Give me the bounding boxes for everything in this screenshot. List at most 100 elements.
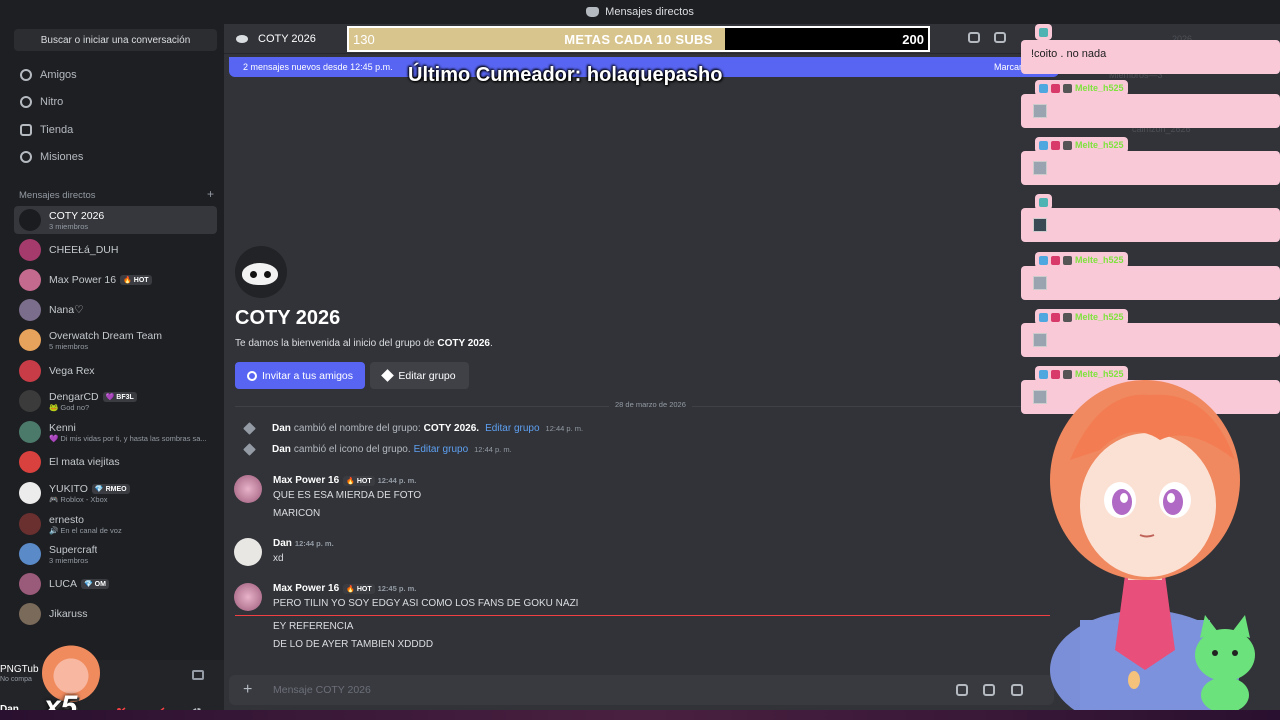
dm-name-text: LUCA	[49, 578, 78, 590]
system-text: cambió el nombre del grupo:	[293, 423, 421, 434]
nav-item-nitro[interactable]: Nitro	[14, 89, 217, 115]
group-avatar	[235, 246, 287, 298]
chat-text: !coito . no nada	[1031, 48, 1107, 60]
dm-item[interactable]: Jikaruss	[14, 600, 217, 628]
screen-share-icon[interactable]	[192, 670, 204, 680]
dm-name-text: YUKITO	[49, 482, 88, 495]
system-message: Dan cambió el icono del grupo. Editar gr…	[243, 443, 512, 456]
voice-call-icon[interactable]	[968, 32, 980, 43]
dm-name: Vega Rex	[49, 365, 95, 377]
nav-label: Tienda	[40, 124, 74, 136]
avatar[interactable]	[234, 583, 262, 611]
chat-header-title: COTY 2026	[258, 32, 316, 45]
dm-subtitle: 🐸 God no?	[49, 402, 90, 412]
friends-icon	[20, 69, 32, 81]
dm-item[interactable]: COTY 2026 3 miembros	[14, 206, 217, 234]
chat-message	[1021, 208, 1280, 242]
chat-message	[1021, 323, 1280, 357]
message-author[interactable]: Max Power 16	[273, 475, 339, 486]
nav-label: Nitro	[40, 96, 64, 108]
message-input[interactable]: Mensaje COTY 2026	[273, 684, 371, 696]
gift-icon[interactable]	[956, 684, 968, 696]
date-divider-text: 28 de marzo de 2026	[609, 400, 692, 409]
dm-subtitle: 🔊 En el canal de voz	[49, 525, 122, 535]
emote-icon	[1033, 333, 1047, 347]
avatar	[19, 390, 41, 412]
message-author[interactable]: Max Power 16	[273, 583, 339, 594]
dm-subtitle: 3 miembros	[49, 221, 89, 231]
video-call-icon[interactable]	[994, 32, 1006, 43]
goal-label: METAS CADA 10 SUBS	[564, 32, 713, 47]
dm-name: El mata viejitas	[49, 456, 120, 468]
message-text: PERO TILIN YO SOY EDGY ASI COMO LOS FANS…	[273, 598, 579, 609]
chat-username: Melte_h525	[1075, 140, 1124, 150]
subs-goal-bar: 130 METAS CADA 10 SUBS 200	[347, 26, 930, 52]
quests-icon	[20, 151, 32, 163]
discord-window: Mensajes directos Buscar o iniciar una c…	[0, 0, 1280, 720]
nav-label: Misiones	[40, 151, 84, 163]
dm-item[interactable]: Overwatch Dream Team 5 miembros	[14, 326, 217, 354]
edit-group-link[interactable]: Editar grupo	[485, 423, 539, 434]
edit-group-link[interactable]: Editar grupo	[414, 444, 468, 455]
search-conversation-button[interactable]: Buscar o iniciar una conversación	[14, 29, 217, 51]
dm-name: CHEEŁá_DUH	[49, 244, 118, 256]
dm-item[interactable]: YUKITO 💎 RMEO 🎮 Roblox - Xbox	[14, 479, 217, 507]
message-text: DE LO DE AYER TAMBIEN XDDDD	[273, 639, 434, 650]
avatar	[19, 451, 41, 473]
message-text: QUE ES ESA MIERDA DE FOTO	[273, 490, 422, 501]
pencil-icon	[243, 422, 256, 435]
welcome-group-name: COTY 2026	[437, 338, 490, 349]
avatar[interactable]	[234, 538, 262, 566]
avatar[interactable]	[234, 475, 262, 503]
avatar	[19, 299, 41, 321]
dm-item[interactable]: El mata viejitas	[14, 448, 217, 476]
dm-name-text: El mata viejitas	[49, 456, 120, 468]
dm-name-text: ernesto	[49, 513, 85, 526]
dm-name-text: Nana♡	[49, 304, 84, 316]
gif-icon[interactable]	[983, 684, 995, 696]
system-author[interactable]: Dan	[272, 444, 291, 455]
chat-username: Melte_h525	[1075, 83, 1124, 93]
dm-name-text: DengarCD	[49, 390, 99, 403]
avatar	[19, 603, 41, 625]
message-text: MARICON	[273, 508, 321, 519]
dm-name: Overwatch Dream Team	[49, 330, 162, 342]
message-text: xd	[273, 553, 284, 564]
invite-friends-button[interactable]: Invitar a tus amigos	[235, 362, 365, 389]
nav-item-friends[interactable]: Amigos	[14, 62, 217, 88]
chat-username-badge: Melte_h525	[1035, 80, 1128, 96]
dm-item[interactable]: Supercraft 3 miembros	[14, 540, 217, 568]
pngtuber-sub: No compa	[0, 676, 32, 683]
message-header: Max Power 16 🔥 HOT 12:45 p. m.	[273, 583, 416, 594]
new-messages-divider	[235, 615, 1050, 616]
dm-item[interactable]: DengarCD 💜 BF3L 🐸 God no?	[14, 387, 217, 415]
add-friend-icon	[246, 370, 257, 381]
dm-item[interactable]: Vega Rex	[14, 357, 217, 385]
dm-item[interactable]: LUCA 💎 OM	[14, 570, 217, 598]
attach-plus-icon[interactable]: +	[243, 681, 252, 699]
guild-tag: 🔥 HOT	[343, 583, 375, 594]
avatar	[19, 269, 41, 291]
dm-item[interactable]: Max Power 16 🔥 HOT	[14, 266, 217, 294]
timestamp: 12:44 p. m.	[294, 539, 334, 548]
dm-sidebar: Buscar o iniciar una conversación Amigos…	[0, 24, 224, 720]
edit-group-button[interactable]: Editar grupo	[370, 362, 469, 389]
system-author[interactable]: Dan	[272, 423, 291, 434]
pencil-icon	[243, 443, 256, 456]
system-message: Dan cambió el nombre del grupo: COTY 202…	[243, 422, 583, 435]
dm-item[interactable]: Kenni 💜 Di mis vidas por ti, y hasta las …	[14, 418, 217, 446]
bottom-strip	[0, 710, 1280, 720]
goal-target: 200	[902, 32, 924, 47]
guild-tag: 💎 RMEO	[91, 483, 130, 494]
nav-item-shop[interactable]: Tienda	[14, 117, 217, 143]
dm-name-text: CHEEŁá_DUH	[49, 244, 119, 256]
emote-icon	[1033, 161, 1047, 175]
avatar	[19, 573, 41, 595]
dm-item[interactable]: CHEEŁá_DUH	[14, 236, 217, 264]
create-dm-button[interactable]: +	[207, 188, 214, 201]
dm-item[interactable]: ernesto 🔊 En el canal de voz	[14, 510, 217, 538]
overlay-cumeador-title: Último Cumeador: holaquepasho	[408, 64, 723, 86]
nav-item-quests[interactable]: Misiones	[14, 144, 217, 170]
dm-item[interactable]: Nana♡	[14, 296, 217, 324]
message-author[interactable]: Dan	[273, 538, 292, 549]
